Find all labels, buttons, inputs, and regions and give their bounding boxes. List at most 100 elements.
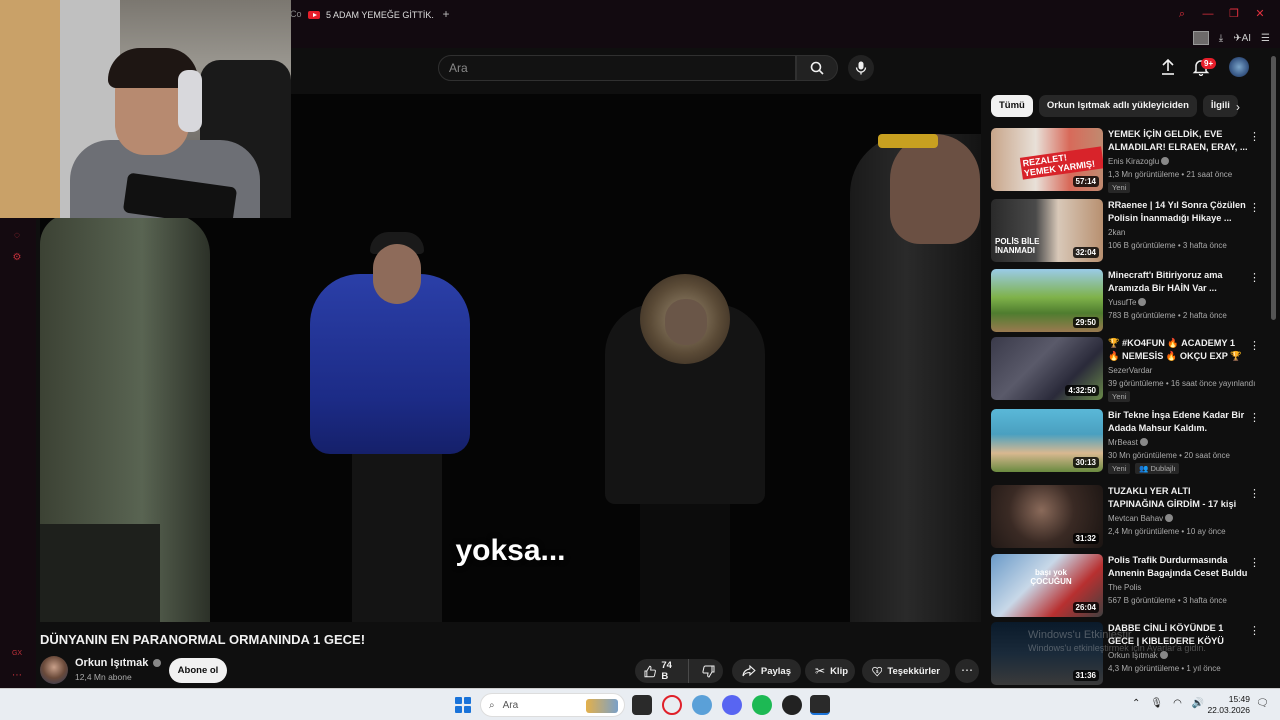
spotify-icon[interactable] [752,695,772,715]
thanks-label: Teşekkürler [887,665,940,677]
recommendation-item[interactable]: REZALET! YEMEK YARMIŞ! 57:14 YEMEK İÇİN … [991,128,1266,193]
bell-outline-icon[interactable]: ◌ [10,230,24,244]
search-highlight-image [586,699,618,713]
game-app-icon[interactable] [810,695,830,715]
wifi-icon[interactable]: ◠ [1173,698,1182,709]
recommendation-thumbnail[interactable]: 29:50 [991,269,1103,332]
maximize-icon[interactable]: ❐ [1228,8,1240,20]
channel-label: MrBeast [1108,438,1138,447]
scissors-icon: ✂ [815,664,826,678]
like-button[interactable]: 74 B [635,659,690,683]
clip-button[interactable]: ✂ Klip [805,659,855,683]
taskbar-search[interactable]: ⌕ Ara [480,693,625,717]
more-options-icon[interactable]: ⋮ [1249,339,1260,352]
more-dots-icon[interactable]: ⋯ [10,670,24,684]
recommendation-item[interactable]: 31:32 TUZAKLI YER ALTI TAPINAĞINA GİRDİM… [991,485,1266,549]
more-options-icon[interactable]: ⋮ [1249,201,1260,214]
recommendation-meta: 567 B görüntüleme • 3 hafta önce [1108,596,1227,605]
chevron-up-icon[interactable]: ⌃ [1132,698,1140,709]
more-options-icon[interactable]: ⋮ [1249,271,1260,284]
channel-name[interactable]: Orkun Işıtmak [75,657,162,669]
recommendation-channel: Enis Kirazoglu [1108,157,1170,166]
tab-active[interactable]: 5 ADAM YEMEĞE GİTTİK. [308,4,434,26]
badge-icon: GX [11,650,23,657]
volume-icon[interactable]: 🔊 [1192,698,1204,709]
recommendation-meta: 30 Mn görüntüleme • 20 saat önce [1108,451,1230,460]
duration-badge: 31:36 [1072,670,1099,681]
channel-name-label: Orkun Işıtmak [75,657,149,669]
more-options-icon[interactable]: ⋮ [1249,130,1260,143]
search-tabs-icon[interactable]: ⌕ [1176,8,1188,20]
recommendation-thumbnail[interactable]: POLİS BİLE İNANMADI 32:04 [991,199,1103,262]
notification-center-icon[interactable]: 🗨 [1256,698,1269,709]
upload-icon[interactable] [1160,58,1176,76]
verified-icon [1138,298,1147,306]
recommendation-item[interactable]: POLİS BİLE İNANMADI 32:04 RRaenee | 14 Y… [991,199,1266,263]
steam-icon[interactable] [782,695,802,715]
like-dislike-group: 74 B [635,659,723,683]
notification-count-badge: 9+ [1201,58,1217,69]
task-view-icon[interactable] [632,695,652,715]
close-icon[interactable]: ✕ [1254,8,1266,20]
chip-from-uploader[interactable]: Orkun Işıtmak adlı yükleyiciden [1038,95,1197,117]
opera-gx-icon[interactable] [662,695,682,715]
share-button[interactable]: Paylaş [732,659,801,683]
page-scrollbar[interactable] [1271,56,1276,320]
chip-related[interactable]: İlgili [1202,95,1238,117]
recommendation-thumbnail[interactable]: REZALET! YEMEK YARMIŞ! 57:14 [991,128,1103,191]
recommendation-title: TUZAKLI YER ALTI TAPINAĞINA GİRDİM - 17 … [1108,486,1237,509]
download-icon[interactable]: ⤓ [1219,33,1223,44]
recommendation-thumbnail[interactable]: 31:32 [991,485,1103,548]
chip-all[interactable]: Tümü [991,95,1033,117]
clock[interactable]: 15:49 22.03.2026 [1206,694,1250,716]
tab-active-label: 5 ADAM YEMEĞE GİTTİK. [326,10,434,20]
voice-search-button[interactable] [848,55,874,81]
headlamp [878,134,938,148]
dubbed-badge: 👥 Dublajlı [1135,463,1180,474]
channel-label: Mevtcan Bahav [1108,514,1164,523]
recommendation-title: 🏆 #KO4FUN 🔥 ACADEMY 1 🔥 NEMESİS 🔥 OKÇU E… [1108,338,1242,361]
recommendation-thumbnail[interactable]: başı yok ÇOCUĞUN 26:04 [991,554,1103,617]
account-avatar[interactable] [1229,57,1249,77]
network-app-icon[interactable] [692,695,712,715]
chevron-right-icon[interactable]: › [1236,100,1240,114]
recommendation-thumbnail[interactable]: 4:32:50 [991,337,1103,400]
dubbed-label: Dublajlı [1150,464,1176,473]
channel-label: The Polis [1108,583,1142,592]
recommendation-meta: 2,4 Mn görüntüleme • 10 ay önce [1108,527,1226,536]
recommendation-item[interactable]: 4:32:50 🏆 #KO4FUN 🔥 ACADEMY 1 🔥 NEMESİS … [991,337,1266,402]
more-options-icon[interactable]: ⋮ [1249,487,1260,500]
windows-start-icon[interactable] [455,697,471,713]
settings-icon[interactable]: ⚙ [10,252,24,266]
recommendation-thumbnail[interactable]: 30:13 [991,409,1103,472]
toolbar-right: ⤓ ✈AI ☰ [1192,30,1270,46]
search-input[interactable]: Ara [438,55,796,81]
recommendation-meta: 783 B görüntüleme • 2 hafta önce [1108,311,1227,320]
thanks-button[interactable]: $ Teşekkürler [862,659,950,683]
more-actions-button[interactable]: ⋯ [955,659,979,683]
more-options-icon[interactable]: ⋮ [1249,624,1260,637]
subscribe-button[interactable]: Abone ol [169,658,227,683]
verified-icon [1165,514,1174,522]
video-title: DÜNYANIN EN PARANORMAL ORMANINDA 1 GECE! [40,632,366,647]
left-edge-strip: ◌ ⚙ GX ⋯ [0,218,36,688]
tab-previous[interactable]: Co [290,9,302,19]
recommendation-item[interactable]: 30:13 Bir Tekne İnşa Edene Kadar Bir Ada… [991,409,1266,474]
microphone-tray-icon[interactable]: 🎙 [1150,698,1163,709]
dislike-button[interactable] [694,659,723,683]
menu-icon[interactable]: ☰ [1261,33,1270,44]
new-tab-button[interactable]: + [440,8,452,20]
recommendation-meta: 106 B görüntüleme • 3 hafta önce [1108,241,1227,250]
channel-label: Enis Kirazoglu [1108,157,1160,166]
recommendation-item[interactable]: 29:50 Minecraft'ı Bitiriyoruz ama Aramız… [991,269,1266,333]
more-options-icon[interactable]: ⋮ [1249,556,1260,569]
extension-thumbnail-icon[interactable] [1192,31,1209,45]
discord-icon[interactable] [722,695,742,715]
search-button[interactable] [796,55,838,81]
minimize-icon[interactable]: — [1202,8,1214,20]
ai-button[interactable]: ✈AI [1233,33,1251,44]
taskbar-search-label: Ara [502,699,519,711]
channel-avatar[interactable] [40,656,68,684]
more-options-icon[interactable]: ⋮ [1249,411,1260,424]
recommendation-item[interactable]: başı yok ÇOCUĞUN 26:04 Polis Trafik Durd… [991,554,1266,618]
